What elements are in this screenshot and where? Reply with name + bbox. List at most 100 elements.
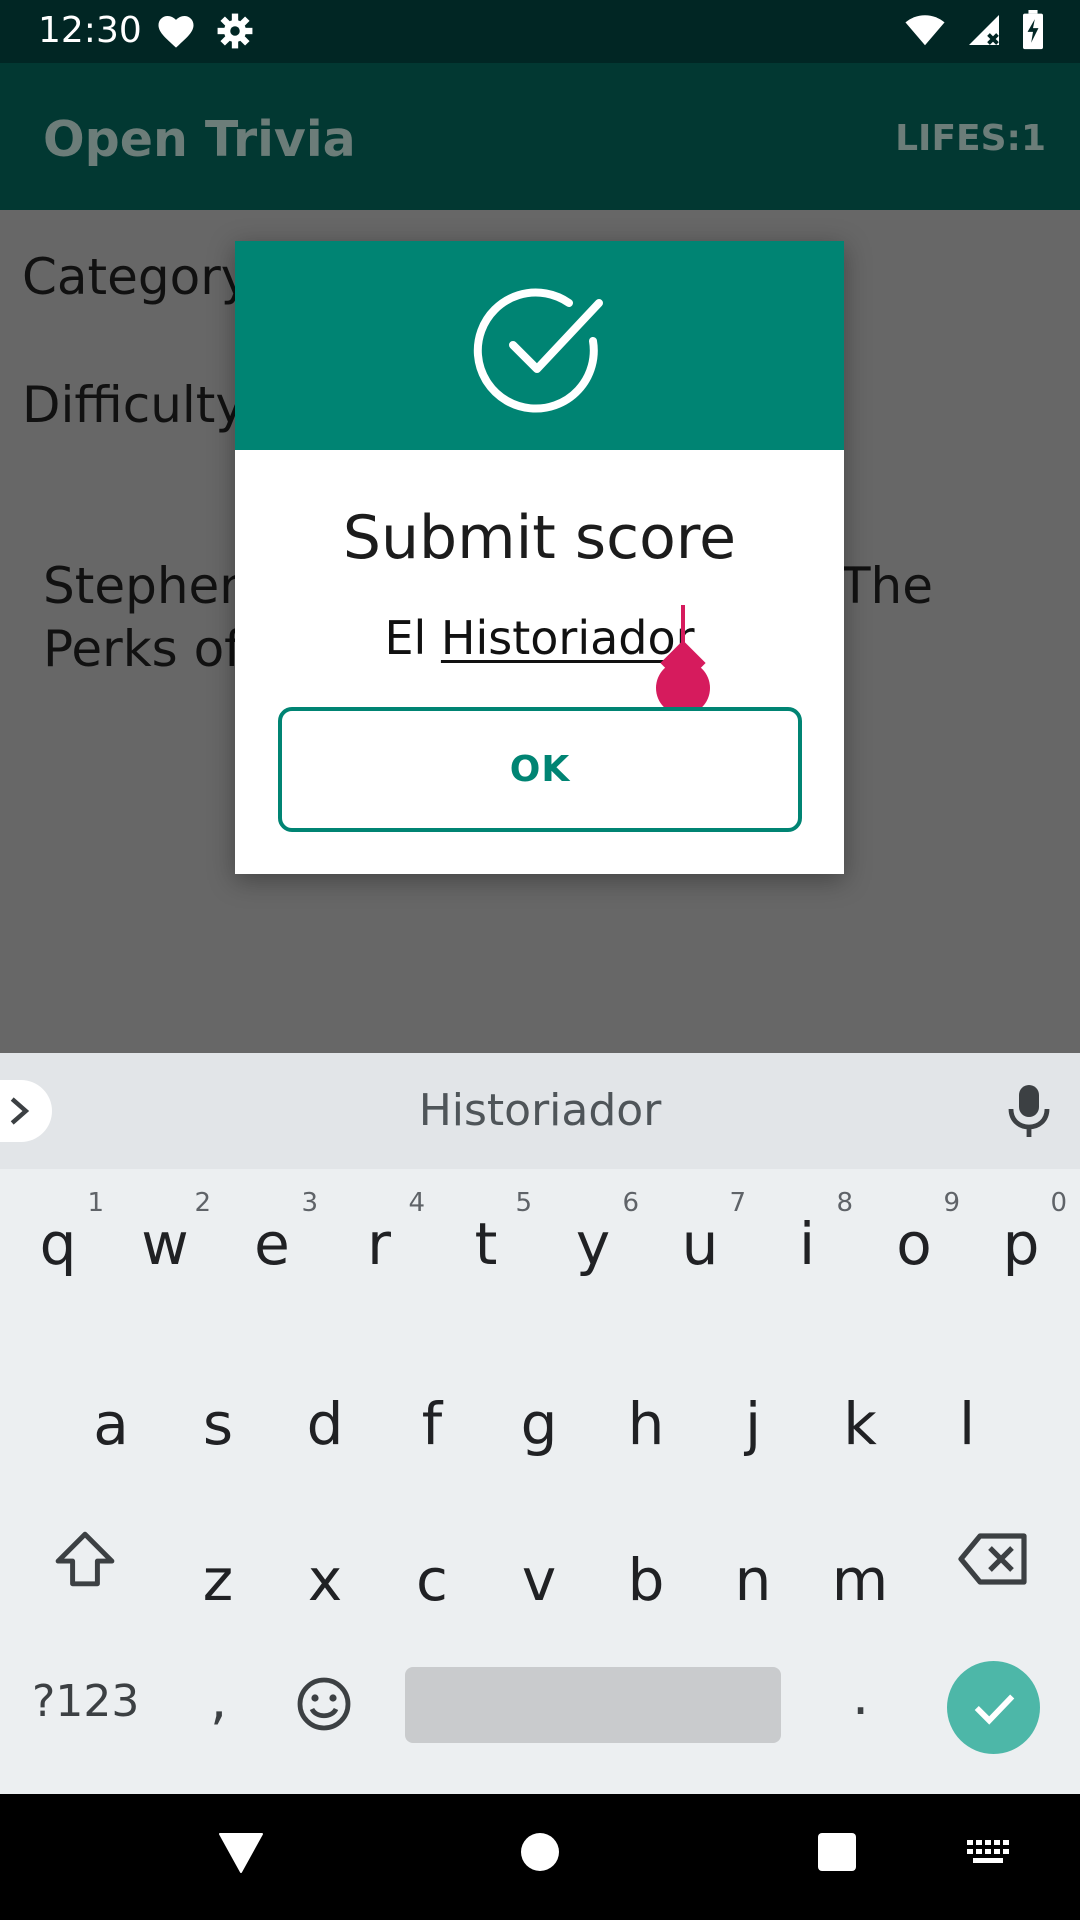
enter-button[interactable]: [947, 1661, 1040, 1754]
lives-counter: LIFES:1: [895, 118, 1046, 159]
key-label: m: [831, 1546, 889, 1614]
key-e[interactable]: e3: [222, 1170, 322, 1310]
status-time: 12:30: [38, 10, 142, 51]
key-label: s: [202, 1390, 234, 1458]
key-y[interactable]: y6: [543, 1170, 643, 1310]
key-f[interactable]: f: [382, 1320, 482, 1460]
key-label: l: [958, 1390, 976, 1458]
key-label: q: [39, 1210, 77, 1278]
check-circle-icon: [471, 283, 607, 423]
question-line-1-end: The: [840, 557, 933, 615]
back-triangle-icon[interactable]: [218, 1832, 264, 1878]
key-hint-digit: 2: [194, 1188, 211, 1218]
key-label: c: [416, 1546, 448, 1614]
player-name-input[interactable]: El Historiador: [235, 611, 844, 665]
key-m[interactable]: m: [810, 1480, 910, 1620]
key-label: i: [798, 1210, 816, 1278]
key-t[interactable]: t5: [436, 1170, 536, 1310]
key-label: t: [474, 1210, 498, 1278]
key-hint-digit: 7: [729, 1188, 746, 1218]
ok-button[interactable]: OK: [278, 707, 802, 832]
submit-score-dialog: Submit score El Historiador OK: [235, 241, 844, 874]
key-label: j: [744, 1390, 762, 1458]
key-label: y: [575, 1210, 611, 1278]
key-a[interactable]: a: [61, 1320, 161, 1460]
key-hint-digit: 8: [836, 1188, 853, 1218]
key-label: v: [521, 1546, 557, 1614]
key-label: x: [307, 1546, 343, 1614]
word-suggestion[interactable]: Historiador: [0, 1085, 1080, 1136]
key-label: k: [843, 1390, 877, 1458]
key-v[interactable]: v: [489, 1480, 589, 1620]
question-line-1: Stephen: [43, 557, 251, 615]
name-prefix: El: [384, 611, 441, 665]
key-i[interactable]: i8: [757, 1170, 857, 1310]
key-o[interactable]: o9: [864, 1170, 964, 1310]
emoji-icon[interactable]: [296, 1676, 352, 1736]
key-label: p: [1002, 1210, 1040, 1278]
key-label: f: [421, 1390, 443, 1458]
recents-square-icon[interactable]: [817, 1832, 857, 1876]
app-title: Open Trivia: [43, 111, 356, 168]
space-bar[interactable]: [405, 1667, 781, 1743]
key-r[interactable]: r4: [329, 1170, 429, 1310]
key-x[interactable]: x: [275, 1480, 375, 1620]
key-z[interactable]: z: [168, 1480, 268, 1620]
key-j[interactable]: j: [703, 1320, 803, 1460]
key-w[interactable]: w2: [115, 1170, 215, 1310]
key-hint-digit: 3: [301, 1188, 318, 1218]
key-q[interactable]: q1: [8, 1170, 108, 1310]
key-label: e: [254, 1210, 290, 1278]
key-label: z: [202, 1546, 234, 1614]
shift-icon[interactable]: [54, 1530, 116, 1592]
key-s[interactable]: s: [168, 1320, 268, 1460]
key-label: u: [681, 1210, 719, 1278]
key-label: w: [141, 1210, 189, 1278]
name-composing-word: Historiador: [440, 611, 695, 665]
battery-icon: [1022, 10, 1044, 54]
key-label: o: [896, 1210, 932, 1278]
difficulty-label: Difficulty:: [22, 376, 259, 434]
home-circle-icon[interactable]: [520, 1832, 560, 1876]
dialog-header: [235, 241, 844, 450]
key-hint-digit: 6: [622, 1188, 639, 1218]
comma-key[interactable]: ,: [210, 1668, 227, 1731]
heart-icon: [156, 12, 196, 54]
backspace-icon[interactable]: [958, 1532, 1030, 1590]
category-label: Category: [22, 248, 251, 306]
navigation-bar: [0, 1794, 1080, 1920]
period-key[interactable]: .: [852, 1664, 869, 1727]
key-label: n: [734, 1546, 772, 1614]
app-bar: Open Trivia LIFES:1: [0, 63, 1080, 210]
key-k[interactable]: k: [810, 1320, 910, 1460]
key-g[interactable]: g: [489, 1320, 589, 1460]
key-n[interactable]: n: [703, 1480, 803, 1620]
status-bar: 12:30: [0, 0, 1080, 63]
dialog-title: Submit score: [342, 503, 737, 573]
key-c[interactable]: c: [382, 1480, 482, 1620]
wifi-icon: [904, 13, 946, 51]
key-label: a: [93, 1390, 129, 1458]
checkmark-icon: [974, 1694, 1014, 1725]
microphone-icon[interactable]: [1005, 1083, 1053, 1143]
key-label: b: [627, 1546, 665, 1614]
key-label: d: [306, 1390, 344, 1458]
key-hint-digit: 4: [408, 1188, 425, 1218]
gear-icon: [216, 12, 254, 54]
key-p[interactable]: p0: [971, 1170, 1071, 1310]
key-h[interactable]: h: [596, 1320, 696, 1460]
key-d[interactable]: d: [275, 1320, 375, 1460]
keyboard-switch-icon[interactable]: [967, 1840, 1011, 1870]
key-u[interactable]: u7: [650, 1170, 750, 1310]
key-label: g: [520, 1390, 558, 1458]
suggestion-strip: Historiador: [0, 1053, 1080, 1169]
key-b[interactable]: b: [596, 1480, 696, 1620]
key-hint-digit: 9: [943, 1188, 960, 1218]
key-label: h: [627, 1390, 665, 1458]
signal-icon: [966, 12, 1002, 52]
key-l[interactable]: l: [917, 1320, 1017, 1460]
key-hint-digit: 1: [87, 1188, 104, 1218]
symbols-key[interactable]: ?123: [32, 1676, 139, 1727]
key-hint-digit: 0: [1050, 1188, 1067, 1218]
key-label: r: [367, 1210, 391, 1278]
